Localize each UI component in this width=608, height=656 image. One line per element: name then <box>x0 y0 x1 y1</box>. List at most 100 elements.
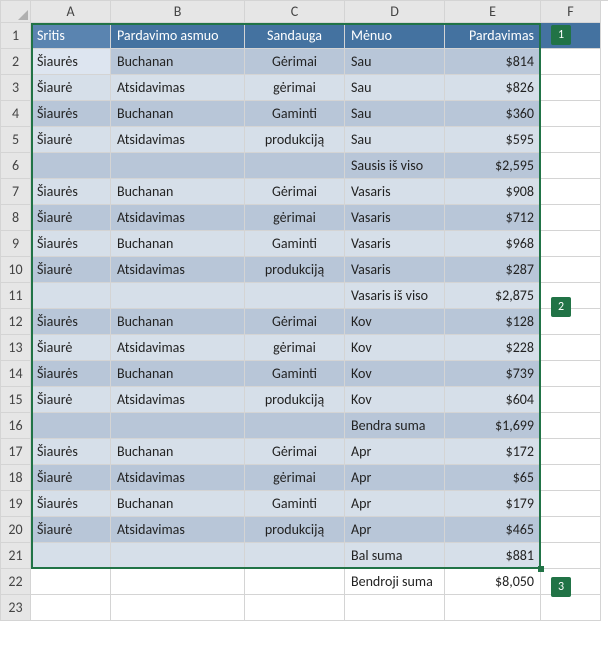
cell-B11[interactable] <box>111 283 245 309</box>
cell-A7[interactable]: Šiaurės <box>31 179 111 205</box>
cell-C22[interactable] <box>245 569 345 595</box>
cell-E22[interactable]: $8,050 <box>445 569 541 595</box>
cell-C4[interactable]: Gaminti <box>245 101 345 127</box>
cell-B19[interactable]: Buchanan <box>111 491 245 517</box>
cell-D13[interactable]: Kov <box>345 335 445 361</box>
cell-A11[interactable] <box>31 283 111 309</box>
cell-F17[interactable] <box>541 439 601 465</box>
cell-E11[interactable]: $2,875 <box>445 283 541 309</box>
cell-E21[interactable]: $881 <box>445 543 541 569</box>
cell-E20[interactable]: $465 <box>445 517 541 543</box>
row-header-22[interactable]: 22 <box>1 569 31 595</box>
cell-D8[interactable]: Vasaris <box>345 205 445 231</box>
cell-F14[interactable] <box>541 361 601 387</box>
cell-F3[interactable] <box>541 75 601 101</box>
cell-D6[interactable]: Sausis iš viso <box>345 153 445 179</box>
col-header-E[interactable]: E <box>445 1 541 23</box>
cell-C18[interactable]: gėrimai <box>245 465 345 491</box>
cell-B23[interactable] <box>111 595 245 621</box>
cell-B15[interactable]: Atsidavimas <box>111 387 245 413</box>
cell-C12[interactable]: Gėrimai <box>245 309 345 335</box>
col-header-D[interactable]: D <box>345 1 445 23</box>
cell-A10[interactable]: Šiaurė <box>31 257 111 283</box>
cell-A4[interactable]: Šiaurės <box>31 101 111 127</box>
cell-C1[interactable]: Sandauga <box>245 23 345 49</box>
cell-C8[interactable]: gėrimai <box>245 205 345 231</box>
cell-E3[interactable]: $826 <box>445 75 541 101</box>
cell-B14[interactable]: Buchanan <box>111 361 245 387</box>
cell-C7[interactable]: Gėrimai <box>245 179 345 205</box>
cell-E10[interactable]: $287 <box>445 257 541 283</box>
row-header-16[interactable]: 16 <box>1 413 31 439</box>
cell-E1[interactable]: Pardavimas <box>445 23 541 49</box>
cell-D18[interactable]: Apr <box>345 465 445 491</box>
cell-E14[interactable]: $739 <box>445 361 541 387</box>
cell-B21[interactable] <box>111 543 245 569</box>
cell-A20[interactable]: Šiaurė <box>31 517 111 543</box>
cell-F8[interactable] <box>541 205 601 231</box>
col-header-A[interactable]: A <box>31 1 111 23</box>
row-header-20[interactable]: 20 <box>1 517 31 543</box>
row-header-14[interactable]: 14 <box>1 361 31 387</box>
cell-A8[interactable]: Šiaurė <box>31 205 111 231</box>
cell-A17[interactable]: Šiaurės <box>31 439 111 465</box>
row-header-21[interactable]: 21 <box>1 543 31 569</box>
cell-F18[interactable] <box>541 465 601 491</box>
cell-D4[interactable]: Sau <box>345 101 445 127</box>
cell-A16[interactable] <box>31 413 111 439</box>
row-header-17[interactable]: 17 <box>1 439 31 465</box>
cell-C3[interactable]: gėrimai <box>245 75 345 101</box>
cell-C19[interactable]: Gaminti <box>245 491 345 517</box>
cell-F15[interactable] <box>541 387 601 413</box>
cell-D5[interactable]: Sau <box>345 127 445 153</box>
cell-D14[interactable]: Kov <box>345 361 445 387</box>
cell-B20[interactable]: Atsidavimas <box>111 517 245 543</box>
cell-E2[interactable]: $814 <box>445 49 541 75</box>
cell-A9[interactable]: Šiaurės <box>31 231 111 257</box>
row-header-12[interactable]: 12 <box>1 309 31 335</box>
cell-A13[interactable]: Šiaurė <box>31 335 111 361</box>
cell-D2[interactable]: Sau <box>345 49 445 75</box>
cell-B13[interactable]: Atsidavimas <box>111 335 245 361</box>
cell-A14[interactable]: Šiaurės <box>31 361 111 387</box>
cell-E4[interactable]: $360 <box>445 101 541 127</box>
cell-D19[interactable]: Apr <box>345 491 445 517</box>
cell-A1[interactable]: Sritis <box>31 23 111 49</box>
row-header-8[interactable]: 8 <box>1 205 31 231</box>
row-header-18[interactable]: 18 <box>1 465 31 491</box>
cell-F9[interactable] <box>541 231 601 257</box>
row-header-1[interactable]: 1 <box>1 23 31 49</box>
cell-F13[interactable] <box>541 335 601 361</box>
select-all-corner[interactable] <box>1 1 31 23</box>
cell-A3[interactable]: Šiaurė <box>31 75 111 101</box>
col-header-F[interactable]: F <box>541 1 601 23</box>
cell-E12[interactable]: $128 <box>445 309 541 335</box>
row-header-7[interactable]: 7 <box>1 179 31 205</box>
cell-A5[interactable]: Šiaurė <box>31 127 111 153</box>
cell-C2[interactable]: Gėrimai <box>245 49 345 75</box>
row-header-19[interactable]: 19 <box>1 491 31 517</box>
cell-E17[interactable]: $172 <box>445 439 541 465</box>
cell-D21[interactable]: Bal suma <box>345 543 445 569</box>
cell-B5[interactable]: Atsidavimas <box>111 127 245 153</box>
row-header-2[interactable]: 2 <box>1 49 31 75</box>
cell-E8[interactable]: $712 <box>445 205 541 231</box>
col-header-B[interactable]: B <box>111 1 245 23</box>
cell-F6[interactable] <box>541 153 601 179</box>
cell-E19[interactable]: $179 <box>445 491 541 517</box>
cell-E13[interactable]: $228 <box>445 335 541 361</box>
cell-E23[interactable] <box>445 595 541 621</box>
cell-B12[interactable]: Buchanan <box>111 309 245 335</box>
row-header-9[interactable]: 9 <box>1 231 31 257</box>
cell-A23[interactable] <box>31 595 111 621</box>
cell-B1[interactable]: Pardavimo asmuo <box>111 23 245 49</box>
cell-E7[interactable]: $908 <box>445 179 541 205</box>
cell-C21[interactable] <box>245 543 345 569</box>
cell-B6[interactable] <box>111 153 245 179</box>
cell-A15[interactable]: Šiaurė <box>31 387 111 413</box>
cell-D22[interactable]: Bendroji suma <box>345 569 445 595</box>
cell-F1[interactable] <box>541 23 601 49</box>
cell-D16[interactable]: Bendra suma <box>345 413 445 439</box>
cell-F4[interactable] <box>541 101 601 127</box>
cell-C15[interactable]: produkciją <box>245 387 345 413</box>
